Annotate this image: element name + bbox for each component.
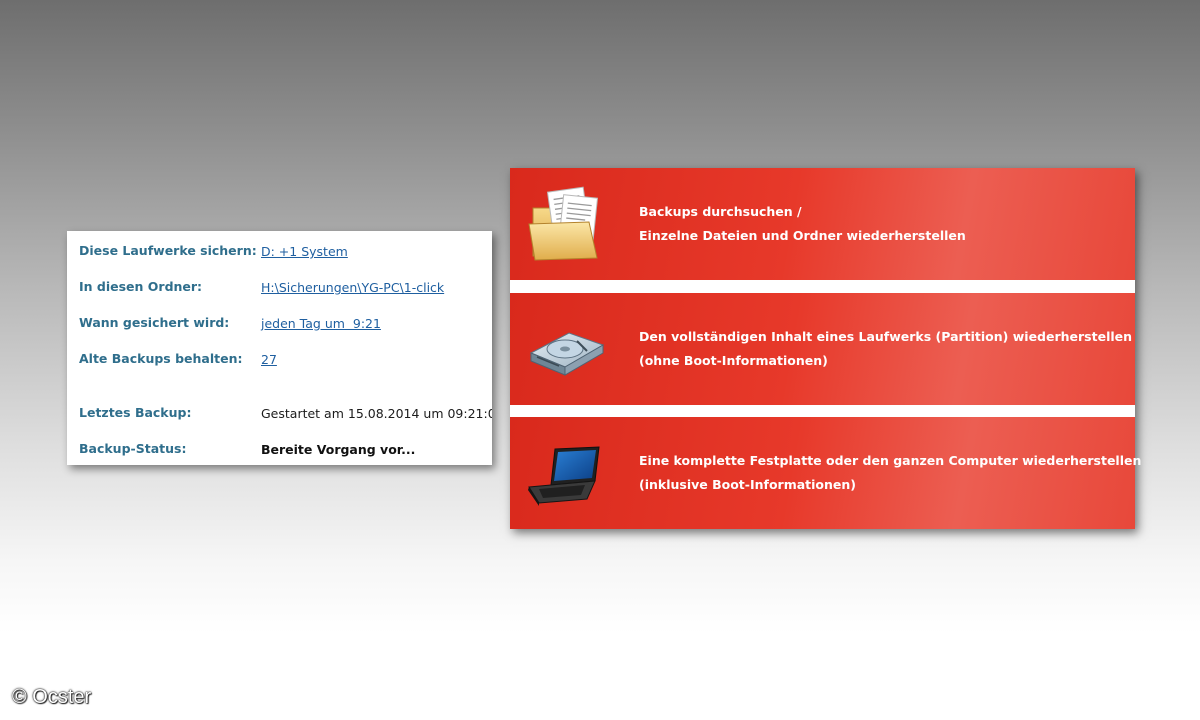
drives-link[interactable]: D: +1 System <box>261 244 348 259</box>
browse-backups-text: Backups durchsuchen / Einzelne Dateien u… <box>639 200 966 248</box>
drives-row: Diese Laufwerke sichern: D: +1 System <box>79 243 492 263</box>
folder-documents-icon <box>525 186 605 264</box>
copyright-watermark: © Ocster <box>12 686 92 708</box>
restore-partition-line2: (ohne Boot-Informationen) <box>639 353 828 368</box>
folder-link[interactable]: H:\Sicherungen\YG-PC\1-click <box>261 280 444 295</box>
retention-link[interactable]: 27 <box>261 352 277 367</box>
backup-settings-panel: Diese Laufwerke sichern: D: +1 System In… <box>67 231 492 465</box>
last-backup-row: Letztes Backup: Gestartet am 15.08.2014 … <box>79 405 492 425</box>
folder-row: In diesen Ordner: H:\Sicherungen\YG-PC\1… <box>79 279 492 299</box>
restore-partition-option[interactable]: Den vollständigen Inhalt eines Laufwerks… <box>510 293 1135 405</box>
retention-label: Alte Backups behalten: <box>79 351 243 366</box>
status-value: Bereite Vorgang vor... <box>261 442 416 457</box>
restore-partition-line1: Den vollständigen Inhalt eines Laufwerks… <box>639 329 1133 344</box>
hard-drive-icon <box>525 311 605 389</box>
browse-backups-option[interactable]: Backups durchsuchen / Einzelne Dateien u… <box>510 168 1135 280</box>
retention-row: Alte Backups behalten: 27 <box>79 351 492 371</box>
folder-label: In diesen Ordner: <box>79 279 203 294</box>
schedule-row: Wann gesichert wird: jeden Tag um 9:21 <box>79 315 492 335</box>
last-backup-label: Letztes Backup: <box>79 405 192 420</box>
drives-label: Diese Laufwerke sichern: <box>79 243 257 258</box>
laptop-icon <box>525 435 605 513</box>
restore-options-panel: Backups durchsuchen / Einzelne Dateien u… <box>510 168 1141 529</box>
schedule-link[interactable]: jeden Tag um 9:21 <box>261 316 381 331</box>
schedule-label: Wann gesichert wird: <box>79 315 230 330</box>
restore-disk-line1: Eine komplette Festplatte oder den ganze… <box>639 453 1142 468</box>
browse-backups-line1: Backups durchsuchen / <box>639 204 802 219</box>
browse-backups-line2: Einzelne Dateien und Ordner wiederherste… <box>639 228 966 243</box>
restore-disk-line2: (inklusive Boot-Informationen) <box>639 477 856 492</box>
status-row: Backup-Status: Bereite Vorgang vor... <box>79 441 492 461</box>
status-label: Backup-Status: <box>79 441 187 456</box>
restore-partition-text: Den vollständigen Inhalt eines Laufwerks… <box>639 325 1132 373</box>
restore-disk-text: Eine komplette Festplatte oder den ganze… <box>639 449 1141 497</box>
restore-disk-option[interactable]: Eine komplette Festplatte oder den ganze… <box>510 417 1141 529</box>
last-backup-value: Gestartet am 15.08.2014 um 09:21:01 ( <box>261 406 492 421</box>
